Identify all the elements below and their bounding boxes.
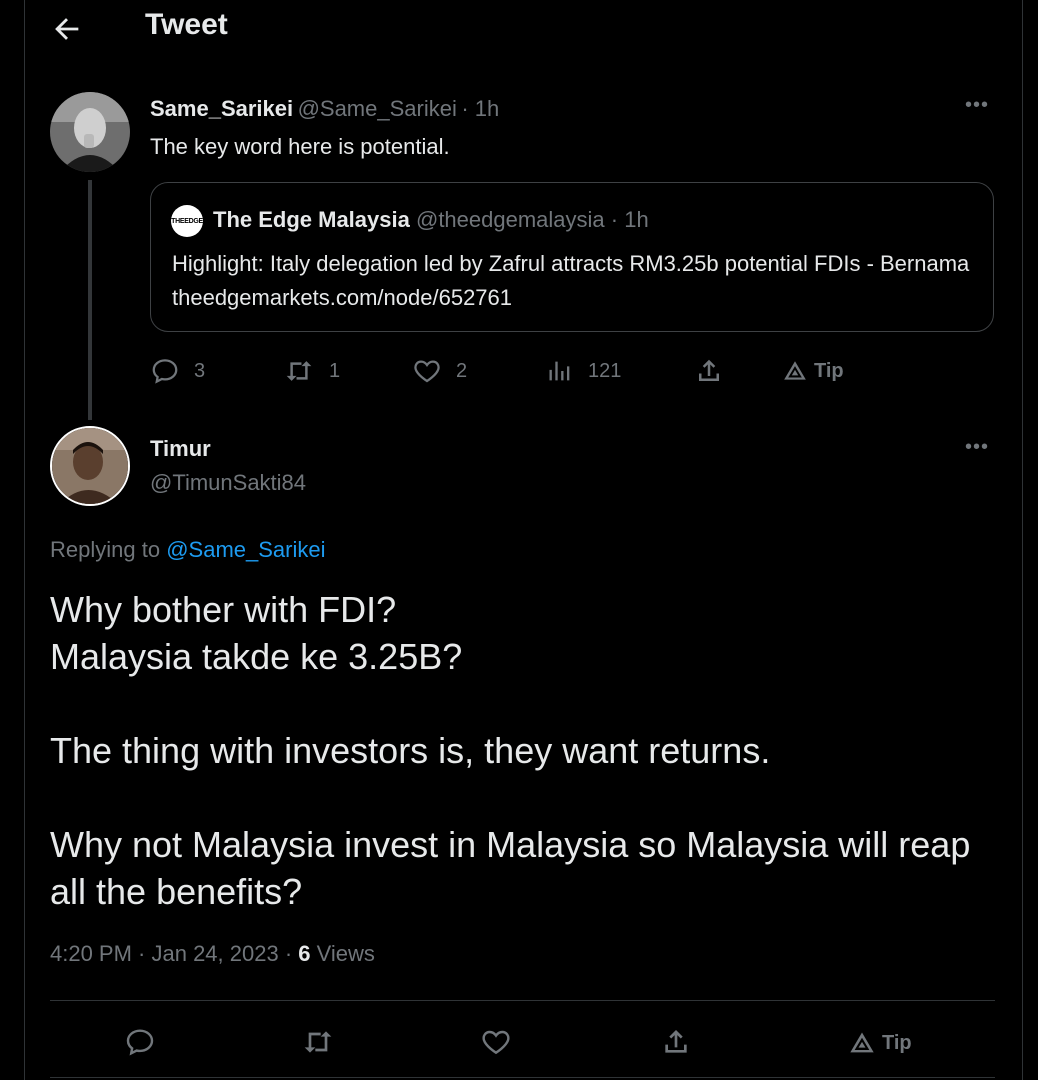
tip-label: Tip xyxy=(814,359,844,382)
avatar-same-sarikei[interactable] xyxy=(50,92,130,172)
author-handle[interactable]: @Same_Sarikei xyxy=(298,96,457,121)
like-count: 2 xyxy=(456,359,468,382)
quote-author-handle: @theedgemalaysia xyxy=(415,207,605,232)
replying-to: Replying to @Same_Sarikei xyxy=(50,537,326,563)
more-options-icon[interactable]: ••• xyxy=(965,436,989,459)
replying-prefix: Replying to xyxy=(50,537,161,562)
parent-tweet-header: Same_Sarikei @Same_Sarikei · 1h xyxy=(150,96,499,122)
heart-icon xyxy=(412,356,442,386)
quote-text: Highlight: Italy delegation led by Zafru… xyxy=(172,251,970,310)
views-count: 121 xyxy=(588,359,622,382)
views-number: 6 xyxy=(298,941,311,966)
main-retweet-button[interactable] xyxy=(300,1026,336,1058)
tip-icon xyxy=(782,358,808,384)
quote-header: The Edge Malaysia @theedgemalaysia · 1h xyxy=(213,207,649,233)
main-author-handle[interactable]: @TimunSakti84 xyxy=(150,470,306,496)
quote-author-name: The Edge Malaysia xyxy=(213,207,410,232)
views-label: Views xyxy=(316,941,375,966)
tip-label: Tip xyxy=(882,1031,912,1054)
retweet-icon xyxy=(300,1026,336,1058)
thread-connector xyxy=(88,180,92,420)
avatar-timur[interactable] xyxy=(50,426,130,506)
tweet-time[interactable]: · 1h xyxy=(461,96,499,121)
share-icon xyxy=(694,356,724,386)
edge-logo-icon: THEEDGE xyxy=(171,205,203,237)
tweet-line: Malaysia takde ke 3.25B? xyxy=(50,636,463,677)
divider xyxy=(50,1000,995,1001)
main-tip-button[interactable]: Tip xyxy=(848,1029,912,1057)
views-button[interactable]: 121 xyxy=(546,356,621,386)
replying-to-link[interactable]: @Same_Sarikei xyxy=(166,537,325,562)
retweet-count: 1 xyxy=(329,359,341,382)
main-reply-button[interactable] xyxy=(124,1026,156,1058)
main-share-button[interactable] xyxy=(660,1026,692,1058)
reply-count: 3 xyxy=(194,359,206,382)
main-tweet-text: Why bother with FDI? Malaysia takde ke 3… xyxy=(50,586,990,915)
tip-button[interactable]: Tip xyxy=(782,358,844,384)
divider xyxy=(50,1077,995,1078)
heart-icon xyxy=(480,1026,512,1058)
parent-tweet-text: The key word here is potential. xyxy=(150,134,450,159)
share-button[interactable] xyxy=(694,356,724,386)
retweet-icon xyxy=(283,356,315,386)
author-name[interactable]: Same_Sarikei xyxy=(150,96,293,121)
analytics-icon xyxy=(546,356,574,386)
share-icon xyxy=(660,1026,692,1058)
reply-icon xyxy=(124,1026,156,1058)
retweet-button[interactable]: 1 xyxy=(283,356,340,386)
quoted-tweet[interactable]: THEEDGE The Edge Malaysia @theedgemalays… xyxy=(150,182,994,332)
back-arrow-icon[interactable] xyxy=(50,12,84,46)
like-button[interactable]: 2 xyxy=(412,356,467,386)
main-author-name[interactable]: Timur xyxy=(150,436,211,462)
tweet-line: The thing with investors is, they want r… xyxy=(50,730,771,771)
page-title: Tweet xyxy=(145,8,228,41)
quote-time: · 1h xyxy=(610,207,649,232)
more-options-icon[interactable]: ••• xyxy=(965,94,989,117)
tweet-line: Why not Malaysia invest in Malaysia so M… xyxy=(50,824,971,912)
timestamp-text: 4:20 PM · Jan 24, 2023 · xyxy=(50,941,299,966)
tweet-line: Why bother with FDI? xyxy=(50,589,397,630)
tip-icon xyxy=(848,1029,876,1057)
tweet-timestamp[interactable]: 4:20 PM · Jan 24, 2023 · 6 Views xyxy=(50,941,375,967)
reply-button[interactable]: 3 xyxy=(150,356,205,386)
main-like-button[interactable] xyxy=(480,1026,512,1058)
reply-icon xyxy=(150,356,180,386)
